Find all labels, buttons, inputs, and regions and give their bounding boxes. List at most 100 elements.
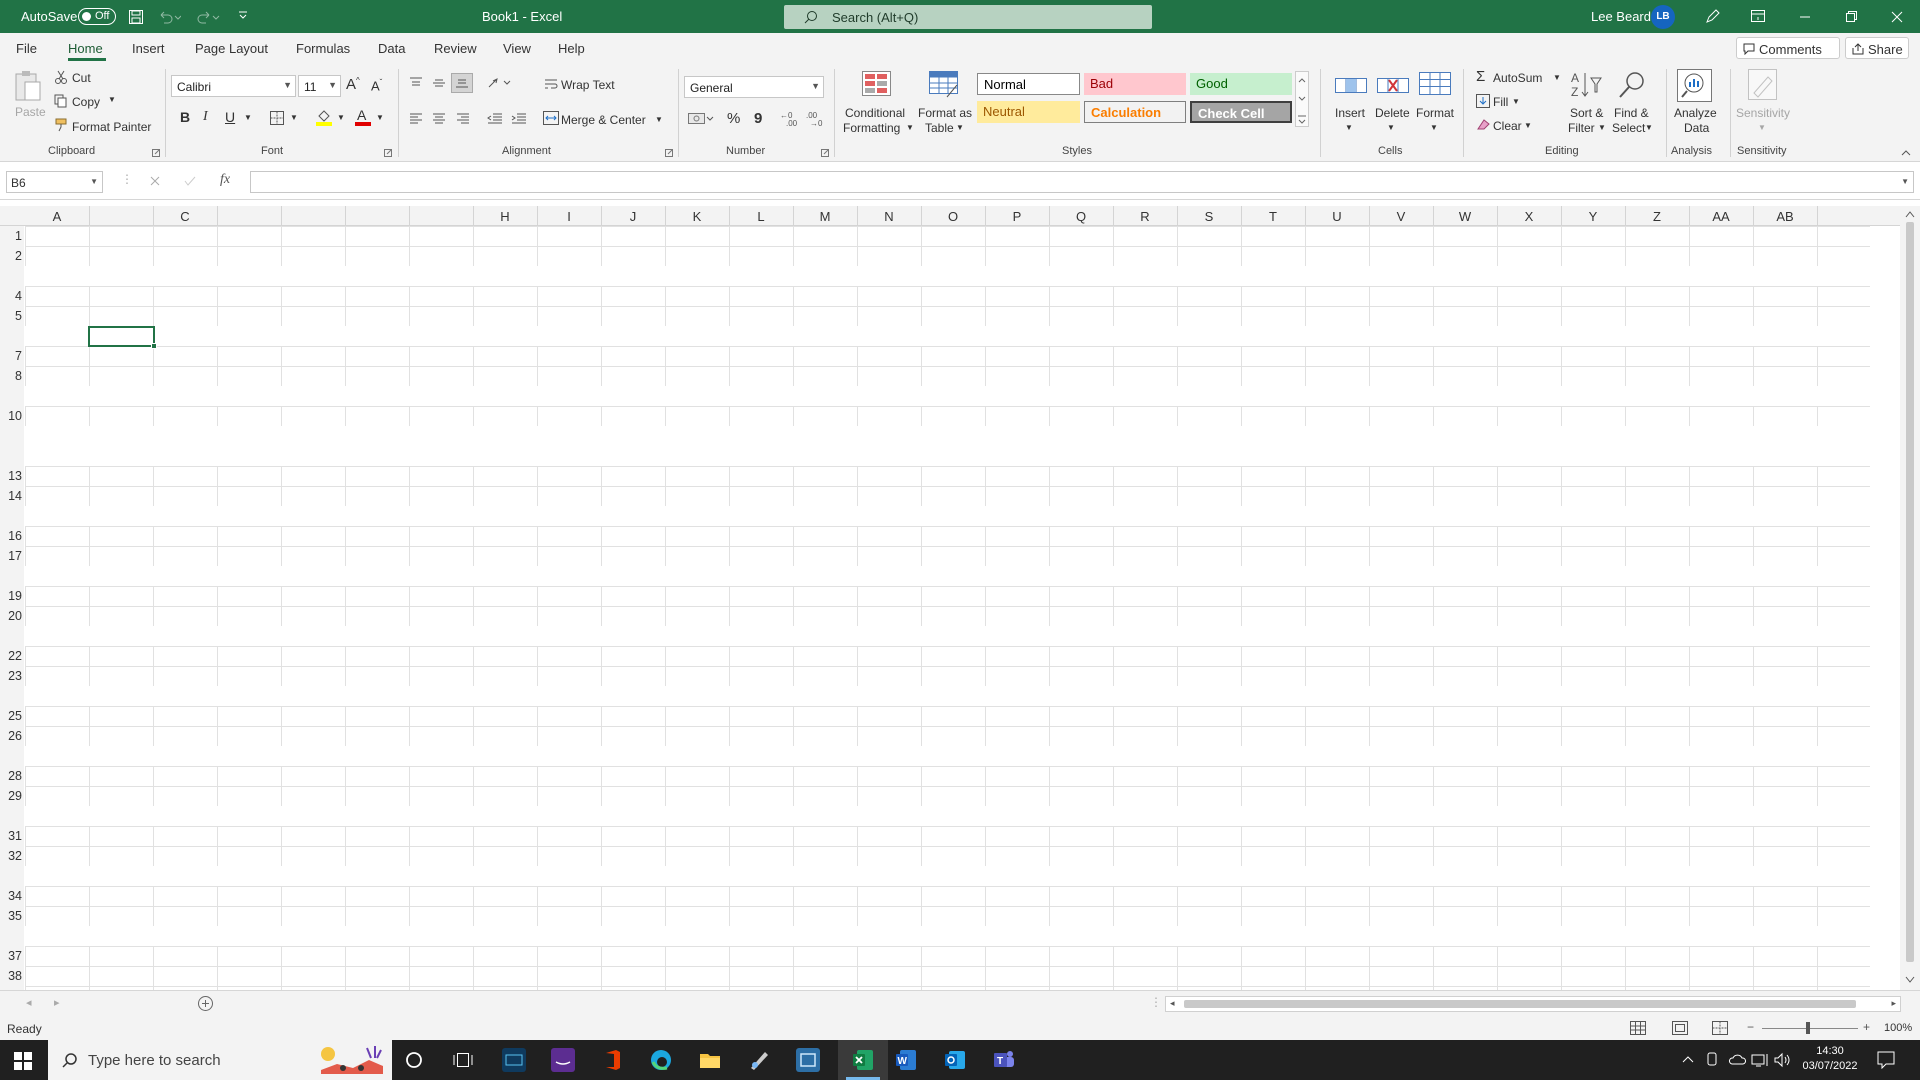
add-sheet-icon[interactable] [197, 995, 214, 1012]
conditional-formatting-label-2[interactable]: Formatting [843, 121, 900, 135]
row-header[interactable]: 7 [0, 349, 22, 363]
search-highlight-icon[interactable] [313, 1044, 389, 1076]
scroll-right-icon[interactable]: ▸ [1891, 998, 1896, 1009]
meet-now-icon[interactable] [1705, 1052, 1719, 1068]
zoom-in-icon[interactable]: + [1863, 1020, 1870, 1034]
copy-icon[interactable] [54, 94, 68, 108]
row-header[interactable]: 29 [0, 789, 22, 803]
row-header[interactable]: 1 [0, 229, 22, 243]
sort-filter-icon[interactable]: AZ [1571, 70, 1603, 100]
scroll-down-icon[interactable] [1905, 976, 1915, 984]
merge-dropdown-icon[interactable]: ▼ [655, 115, 663, 124]
customize-qat-icon[interactable] [237, 10, 249, 22]
align-left-icon[interactable] [409, 112, 423, 124]
cell-area[interactable] [25, 226, 1870, 990]
ribbon-display-icon[interactable] [1751, 10, 1765, 22]
insert-label[interactable]: Insert [1335, 106, 1365, 120]
column-header[interactable]: X [1497, 209, 1561, 224]
find-select-icon[interactable] [1617, 70, 1647, 100]
style-good[interactable]: Good [1190, 73, 1292, 95]
redo-icon[interactable] [196, 9, 220, 25]
cut-label[interactable]: Cut [72, 71, 91, 85]
expand-formula-icon[interactable]: ▼ [1901, 177, 1909, 186]
insert-function-button[interactable]: fx [220, 172, 230, 188]
column-header[interactable]: A [25, 209, 89, 224]
tab-formulas[interactable]: Formulas [296, 41, 350, 56]
close-button[interactable] [1874, 4, 1920, 30]
pen-icon[interactable] [1705, 8, 1721, 24]
name-box[interactable]: B6 ▼ [6, 171, 103, 193]
font-color-icon[interactable]: A [354, 107, 372, 126]
row-header[interactable]: 19 [0, 589, 22, 603]
page-layout-view-icon[interactable] [1672, 1021, 1688, 1035]
vertical-scroll-thumb[interactable] [1906, 222, 1914, 962]
column-header[interactable]: P [985, 209, 1049, 224]
column-header[interactable]: K [665, 209, 729, 224]
clear-label[interactable]: Clear [1493, 119, 1522, 133]
fill-icon[interactable] [1476, 94, 1490, 108]
word-icon[interactable]: W [894, 1048, 918, 1072]
orientation-icon[interactable] [487, 75, 511, 91]
comments-button[interactable]: Comments [1736, 37, 1840, 59]
styles-scroll[interactable] [1295, 71, 1309, 127]
column-header[interactable]: L [729, 209, 793, 224]
analyze-data-icon[interactable] [1677, 69, 1713, 103]
column-header[interactable]: AA [1689, 209, 1753, 224]
currency-icon[interactable] [688, 111, 714, 125]
font-size-select[interactable]: 11 ▼ [298, 75, 341, 97]
zoom-slider[interactable] [1762, 1028, 1858, 1029]
format-dropdown-icon[interactable]: ▼ [1430, 123, 1438, 132]
row-header[interactable]: 4 [0, 289, 22, 303]
clear-dropdown-icon[interactable]: ▼ [1524, 121, 1532, 130]
onedrive-icon[interactable] [1728, 1053, 1746, 1065]
outlook-icon[interactable] [943, 1048, 967, 1072]
increase-decimal-icon[interactable]: ←0.00 [780, 109, 800, 127]
alignment-launcher-icon[interactable] [665, 149, 673, 157]
formula-input[interactable]: ▼ [250, 171, 1914, 193]
zoom-slider-thumb[interactable] [1806, 1022, 1810, 1034]
format-label[interactable]: Format [1416, 106, 1454, 120]
number-launcher-icon[interactable] [821, 149, 829, 157]
column-header[interactable]: Y [1561, 209, 1625, 224]
taskbar-app-icon-2[interactable] [796, 1048, 820, 1072]
delete-dropdown-icon[interactable]: ▼ [1387, 123, 1395, 132]
row-header[interactable]: 25 [0, 709, 22, 723]
page-break-view-icon[interactable] [1712, 1021, 1728, 1035]
conditional-formatting-icon[interactable] [862, 71, 892, 97]
align-middle-icon[interactable] [432, 76, 446, 90]
align-top-icon[interactable] [409, 76, 423, 90]
row-header[interactable]: 17 [0, 549, 22, 563]
network-icon[interactable] [1751, 1052, 1769, 1068]
row-header[interactable]: 14 [0, 489, 22, 503]
column-header[interactable]: U [1305, 209, 1369, 224]
search-input[interactable]: Search (Alt+Q) [784, 5, 1152, 29]
vertical-scrollbar[interactable] [1900, 206, 1920, 990]
column-header[interactable]: Q [1049, 209, 1113, 224]
format-as-table-label-1[interactable]: Format as [918, 106, 972, 120]
wrap-text-label[interactable]: Wrap Text [561, 78, 615, 92]
find-label-1[interactable]: Find & [1614, 106, 1649, 120]
sensitivity-icon[interactable] [1748, 69, 1778, 101]
fill-handle[interactable] [151, 343, 157, 349]
column-header[interactable]: I [537, 209, 601, 224]
tab-home[interactable]: Home [68, 41, 103, 56]
file-explorer-icon[interactable] [698, 1048, 722, 1072]
scroll-left-icon[interactable]: ◂ [1170, 998, 1175, 1009]
increase-indent-icon[interactable] [511, 112, 527, 124]
style-neutral[interactable]: Neutral [977, 101, 1080, 123]
taskbar-excel-active[interactable] [838, 1040, 888, 1080]
column-header[interactable]: C [153, 209, 217, 224]
taskbar-clock[interactable]: 14:30 03/07/2022 [1795, 1044, 1865, 1074]
windows-start-icon[interactable] [14, 1052, 32, 1070]
row-header[interactable]: 37 [0, 949, 22, 963]
row-header[interactable]: 32 [0, 849, 22, 863]
row-header[interactable]: 16 [0, 529, 22, 543]
collapse-ribbon-icon[interactable] [1900, 149, 1912, 157]
analyze-label-2[interactable]: Data [1684, 121, 1709, 135]
fill-dropdown-icon[interactable]: ▼ [1512, 97, 1520, 106]
tab-insert[interactable]: Insert [132, 41, 165, 56]
font-color-dropdown-icon[interactable]: ▼ [376, 113, 384, 122]
format-painter-label[interactable]: Format Painter [72, 120, 151, 134]
shrink-font-icon[interactable]: Aˇ [371, 78, 382, 93]
grow-font-icon[interactable]: A^ [346, 76, 360, 93]
